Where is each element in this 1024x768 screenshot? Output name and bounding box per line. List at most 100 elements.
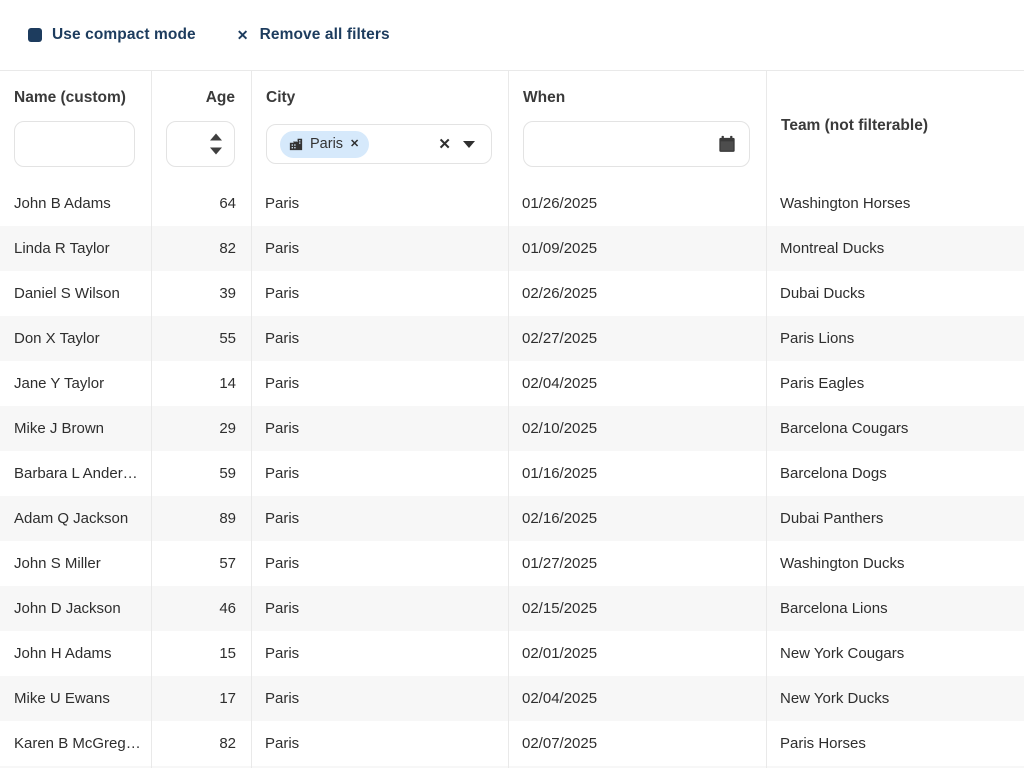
table-row: John D Jackson46Paris02/15/2025Barcelona… (0, 586, 1024, 631)
spinner-up-icon[interactable] (210, 134, 222, 141)
table-row: Barbara L Ander…59Paris01/16/2025Barcelo… (0, 451, 1024, 496)
calendar-icon[interactable] (718, 135, 736, 153)
remove-all-filters-label: Remove all filters (260, 26, 390, 44)
cell-team: New York Ducks (766, 676, 1024, 721)
cell-city: Paris (251, 586, 508, 631)
cell-city: Paris (251, 316, 508, 361)
cell-city: Paris (251, 541, 508, 586)
cell-team: Barcelona Lions (766, 586, 1024, 631)
cell-name: John H Adams (0, 631, 151, 676)
cell-city: Paris (251, 721, 508, 766)
cell-age: 64 (151, 181, 251, 226)
table-row: Daniel S Wilson39Paris02/26/2025Dubai Du… (0, 271, 1024, 316)
cell-name: John D Jackson (0, 586, 151, 631)
column-label-name: Name (custom) (0, 88, 151, 108)
cell-name: Mike U Ewans (0, 676, 151, 721)
table-row: John B Adams64Paris01/26/2025Washington … (0, 181, 1024, 226)
cell-team: Paris Horses (766, 721, 1024, 766)
select-controls: ✕ (438, 137, 475, 152)
cell-team: Montreal Ducks (766, 226, 1024, 271)
cell-city: Paris (251, 451, 508, 496)
cell-when: 02/10/2025 (508, 406, 766, 451)
cell-age: 82 (151, 226, 251, 271)
cell-city: Paris (251, 181, 508, 226)
cell-city: Paris (251, 676, 508, 721)
when-filter-input[interactable] (523, 121, 750, 167)
table-row: John H Adams15Paris02/01/2025New York Co… (0, 631, 1024, 676)
close-icon: ✕ (237, 28, 249, 42)
cell-when: 01/26/2025 (508, 181, 766, 226)
column-label-when: When (509, 88, 766, 108)
toolbar: Use compact mode ✕ Remove all filters (0, 0, 1024, 70)
spinner-down-icon[interactable] (210, 148, 222, 155)
city-chip-label: Paris (310, 136, 343, 152)
cell-when: 02/15/2025 (508, 586, 766, 631)
cell-name: John B Adams (0, 181, 151, 226)
cell-name: Don X Taylor (0, 316, 151, 361)
table-row: Adam Q Jackson89Paris02/16/2025Dubai Pan… (0, 496, 1024, 541)
cell-age: 39 (151, 271, 251, 316)
table-row: Mike U Ewans17Paris02/04/2025New York Du… (0, 676, 1024, 721)
cell-when: 02/04/2025 (508, 676, 766, 721)
building-icon (289, 137, 303, 151)
compact-mode-toggle[interactable]: Use compact mode (28, 26, 196, 44)
cell-when: 02/07/2025 (508, 721, 766, 766)
column-header-city: City Paris ✕ ✕ (251, 71, 508, 181)
cell-team: Washington Horses (766, 181, 1024, 226)
cell-team: Washington Ducks (766, 541, 1024, 586)
table-row: Karen B McGreg…82Paris02/07/2025Paris Ho… (0, 721, 1024, 766)
cell-city: Paris (251, 631, 508, 676)
cell-team: Dubai Panthers (766, 496, 1024, 541)
cell-age: 15 (151, 631, 251, 676)
cell-name: Linda R Taylor (0, 226, 151, 271)
compact-mode-label: Use compact mode (52, 26, 196, 44)
cell-city: Paris (251, 496, 508, 541)
column-header-when: When (508, 71, 766, 181)
city-chip-paris[interactable]: Paris ✕ (280, 131, 369, 158)
cell-name: Adam Q Jackson (0, 496, 151, 541)
cell-name: John S Miller (0, 541, 151, 586)
column-header-age: Age (151, 71, 251, 181)
cell-name: Karen B McGreg… (0, 721, 151, 766)
cell-age: 29 (151, 406, 251, 451)
city-filter-select[interactable]: Paris ✕ ✕ (266, 124, 492, 164)
people-table: Name (custom) Age City (0, 70, 1024, 768)
cell-age: 17 (151, 676, 251, 721)
column-label-team: Team (not filterable) (767, 116, 944, 136)
cell-city: Paris (251, 406, 508, 451)
cell-age: 46 (151, 586, 251, 631)
clear-filter-icon[interactable]: ✕ (438, 137, 451, 152)
table-row: Don X Taylor55Paris02/27/2025Paris Lions (0, 316, 1024, 361)
cell-when: 01/16/2025 (508, 451, 766, 496)
number-spinner (210, 134, 222, 155)
checkbox-checked-icon[interactable] (28, 28, 42, 42)
column-header-team: Team (not filterable) (766, 71, 1024, 181)
cell-when: 02/04/2025 (508, 361, 766, 406)
column-label-age: Age (152, 88, 251, 108)
cell-name: Barbara L Ander… (0, 451, 151, 496)
cell-when: 01/09/2025 (508, 226, 766, 271)
table-header-row: Name (custom) Age City (0, 71, 1024, 181)
cell-city: Paris (251, 361, 508, 406)
cell-age: 55 (151, 316, 251, 361)
chip-remove-icon[interactable]: ✕ (350, 139, 359, 150)
cell-age: 59 (151, 451, 251, 496)
table-row: Linda R Taylor82Paris01/09/2025Montreal … (0, 226, 1024, 271)
name-filter-input[interactable] (14, 121, 135, 167)
chevron-down-icon[interactable] (463, 141, 475, 148)
cell-when: 02/26/2025 (508, 271, 766, 316)
column-header-name: Name (custom) (0, 71, 151, 181)
cell-name: Jane Y Taylor (0, 361, 151, 406)
table-row: Jane Y Taylor14Paris02/04/2025Paris Eagl… (0, 361, 1024, 406)
column-label-city: City (252, 88, 508, 108)
remove-all-filters-button[interactable]: ✕ Remove all filters (237, 26, 390, 44)
cell-when: 02/16/2025 (508, 496, 766, 541)
cell-when: 01/27/2025 (508, 541, 766, 586)
age-filter-input[interactable] (166, 121, 235, 167)
table-row: Mike J Brown29Paris02/10/2025Barcelona C… (0, 406, 1024, 451)
cell-when: 02/01/2025 (508, 631, 766, 676)
cell-team: Barcelona Dogs (766, 451, 1024, 496)
cell-age: 57 (151, 541, 251, 586)
cell-team: Paris Lions (766, 316, 1024, 361)
cell-team: Paris Eagles (766, 361, 1024, 406)
